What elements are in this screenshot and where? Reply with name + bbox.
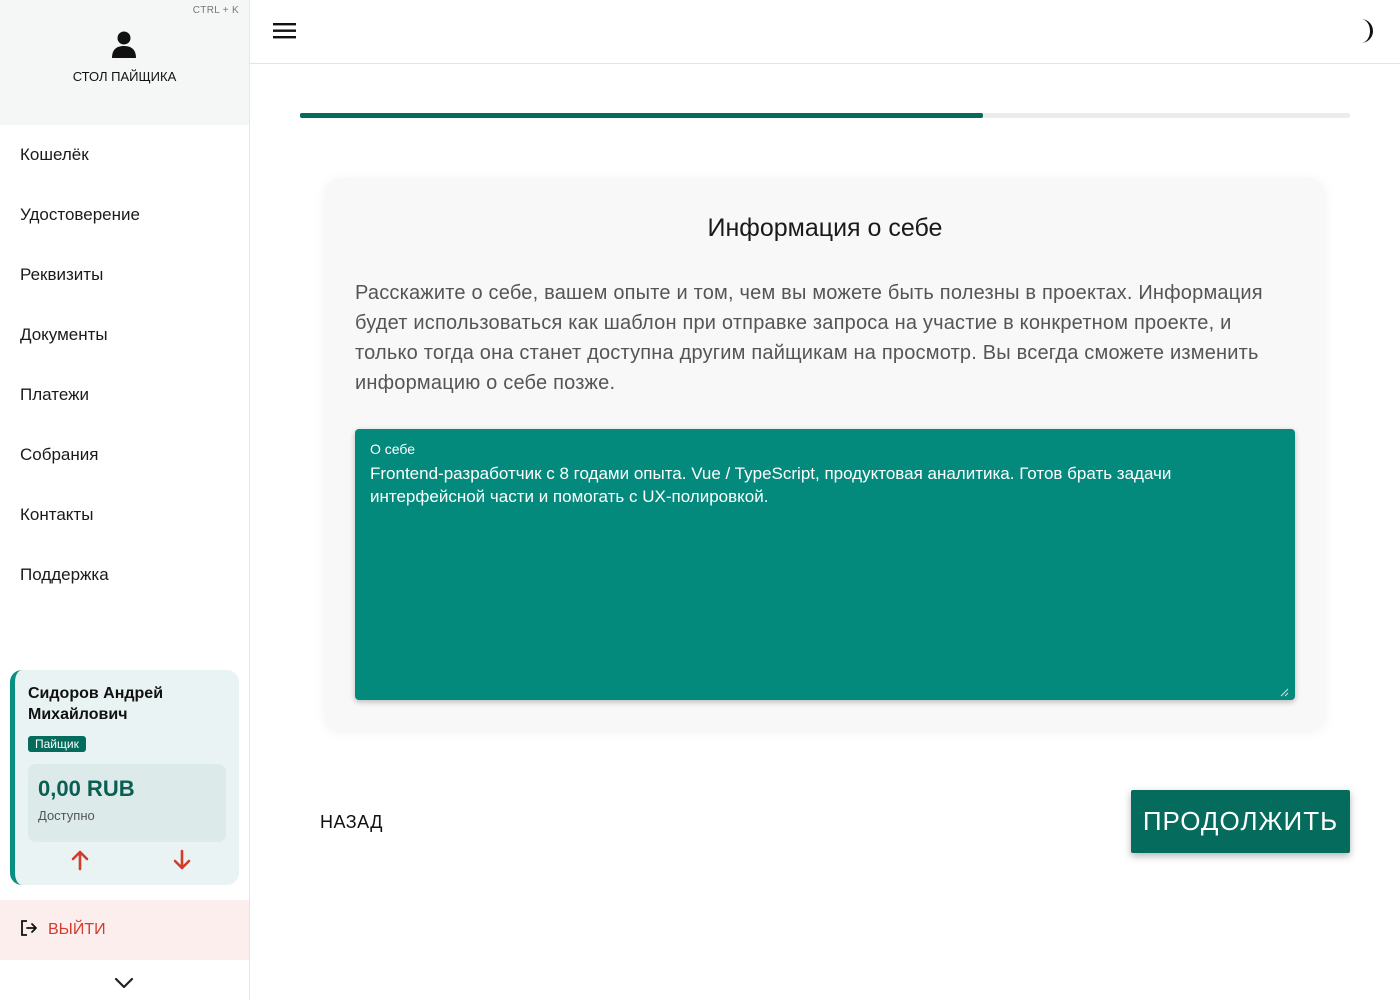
logout-label: ВЫЙТИ [48, 921, 106, 938]
about-textarea[interactable]: О себе Frontend-разработчик с 8 годами о… [355, 429, 1295, 700]
user-name: Сидоров Андрей Михайлович [28, 685, 164, 723]
form-title: Информация о себе [707, 214, 943, 242]
logout-button[interactable]: ВЫЙТИ [0, 900, 249, 960]
step-progress [300, 113, 1350, 118]
resize-handle-icon[interactable] [1279, 684, 1289, 697]
moon-icon[interactable] [1350, 16, 1378, 46]
step-progress-fill [300, 113, 983, 118]
sidebar-nav: Кошелёк Удостоверение Реквизиты Документ… [0, 125, 249, 605]
sidebar-header: CTRL + K СТОЛ ПАЙЩИКА [0, 0, 249, 125]
sidebar-item-contacts[interactable]: Контакты [0, 485, 249, 545]
user-icon [111, 30, 137, 58]
balance-box: 0,00 RUB Доступно [28, 764, 226, 842]
user-card: Сидоров Андрей Михайлович Пайщик 0,00 RU… [10, 670, 239, 885]
role-badge: Пайщик [28, 736, 86, 752]
balance-label: Доступно [38, 808, 95, 823]
sidebar-item-wallet[interactable]: Кошелёк [0, 125, 249, 185]
sidebar-item-certificate[interactable]: Удостоверение [0, 185, 249, 245]
about-field-value[interactable]: Frontend-разработчик с 8 годами опыта. V… [370, 462, 1270, 508]
sidebar-item-documents[interactable]: Документы [0, 305, 249, 365]
sidebar-item-meetings[interactable]: Собрания [0, 425, 249, 485]
sidebar-item-support[interactable]: Поддержка [0, 545, 249, 605]
balance-amount: 0,00 RUB [38, 776, 135, 801]
shortcut-hint: CTRL + K [192, 5, 239, 16]
form-description: Расскажите о себе, вашем опыте и том, че… [355, 282, 1263, 394]
arrow-up-icon[interactable] [68, 848, 92, 872]
form-card: Информация о себе Расскажите о себе, ваш… [325, 178, 1325, 730]
app-brand: СТОЛ ПАЙЩИКА [72, 69, 177, 84]
continue-button[interactable]: ПРОДОЛЖИТЬ [1131, 790, 1350, 853]
chevron-down-icon[interactable] [112, 974, 136, 994]
top-header [250, 0, 1400, 64]
about-field-label: О себе [370, 441, 416, 457]
sidebar: CTRL + K СТОЛ ПАЙЩИКА Кошелёк Удостовере… [0, 0, 250, 1000]
sidebar-item-payments[interactable]: Платежи [0, 365, 249, 425]
back-button[interactable]: НАЗАД [320, 812, 383, 833]
menu-icon[interactable] [272, 20, 298, 42]
arrow-down-icon[interactable] [170, 848, 194, 872]
logout-icon [20, 919, 38, 942]
sidebar-item-requisites[interactable]: Реквизиты [0, 245, 249, 305]
